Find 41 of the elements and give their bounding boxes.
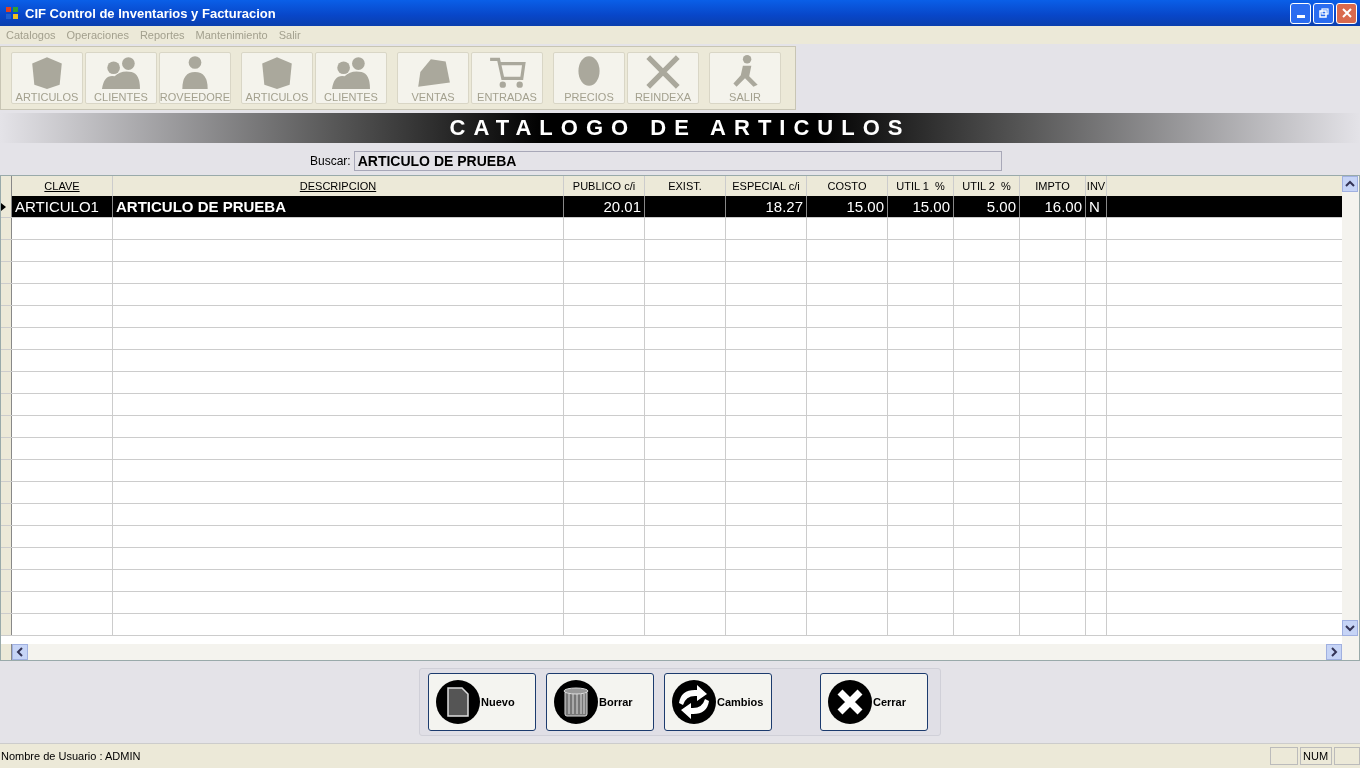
close-icon	[1341, 8, 1352, 18]
action-button[interactable]: Nuevo	[428, 673, 536, 731]
document-icon	[435, 679, 481, 725]
table-cell: 15.00	[846, 198, 884, 215]
trash-can-icon	[553, 679, 599, 725]
num-lock-indicator: NUM	[1300, 747, 1332, 765]
table-cell: 20.01	[603, 198, 641, 215]
row-header[interactable]	[1, 196, 12, 217]
action-button[interactable]: Cerrar	[820, 673, 928, 731]
scroll-down-icon[interactable]	[1342, 620, 1358, 636]
action-button[interactable]: Cambios	[664, 673, 772, 731]
table-cell: N	[1089, 198, 1100, 215]
close-button[interactable]	[1336, 2, 1357, 24]
refresh-icon	[671, 679, 717, 725]
app-logo-icon	[5, 6, 19, 20]
minimize-icon	[1296, 14, 1305, 18]
status-panel	[1270, 747, 1298, 765]
table-cell: ARTICULO1	[15, 198, 99, 215]
restore-icon	[1318, 8, 1329, 18]
table-cell: 16.00	[1044, 198, 1082, 215]
scroll-up-icon[interactable]	[1342, 176, 1358, 192]
table-row[interactable]: ARTICULO1 ARTICULO DE PRUEBA 20.01 18.27 15.00 15.00 5.00 16.00 N	[1, 196, 1342, 218]
minimize-button[interactable]	[1290, 2, 1311, 24]
scroll-left-icon[interactable]	[12, 644, 28, 660]
window-title: CIF Control de Inventarios y Facturacion	[25, 5, 277, 21]
vertical-scrollbar[interactable]	[1342, 176, 1359, 660]
table-cell: 15.00	[912, 198, 950, 215]
table-cell: ARTICULO DE PRUEBA	[116, 198, 286, 215]
search-label: Buscar:	[310, 154, 351, 168]
horizontal-scrollbar[interactable]	[1, 644, 1342, 660]
table-cell: 18.27	[765, 198, 803, 215]
table-cell: 5.00	[986, 198, 1016, 215]
scroll-right-icon[interactable]	[1326, 644, 1342, 660]
restore-button[interactable]	[1313, 2, 1334, 24]
close-icon	[827, 679, 873, 725]
status-text: Nombre de Usuario : ADMIN	[0, 750, 142, 762]
action-button[interactable]: Borrar	[546, 673, 654, 731]
status-panel	[1334, 747, 1360, 765]
grid-corner	[1, 644, 12, 660]
row-pointer-icon	[1, 202, 6, 211]
search-field[interactable]: ARTICULO DE PRUEBA	[353, 151, 1002, 171]
